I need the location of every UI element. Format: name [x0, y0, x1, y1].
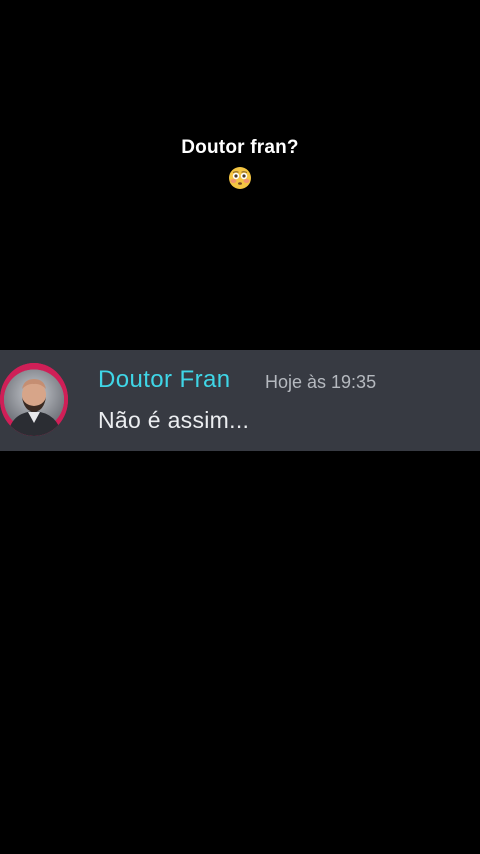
username[interactable]: Doutor Fran [98, 366, 230, 394]
message-text: Não é assim... [98, 407, 250, 433]
flushed-face-emoji-icon [228, 166, 252, 190]
video-frame: Doutor fran? Doutor Fran Hoje às 19:35 N… [0, 0, 480, 854]
user-avatar-icon[interactable] [0, 363, 68, 436]
caption: Doutor fran? [0, 136, 480, 194]
caption-text: Doutor fran? [181, 137, 299, 158]
message-timestamp: Hoje às 19:35 [265, 372, 377, 392]
chat-message [0, 350, 480, 451]
